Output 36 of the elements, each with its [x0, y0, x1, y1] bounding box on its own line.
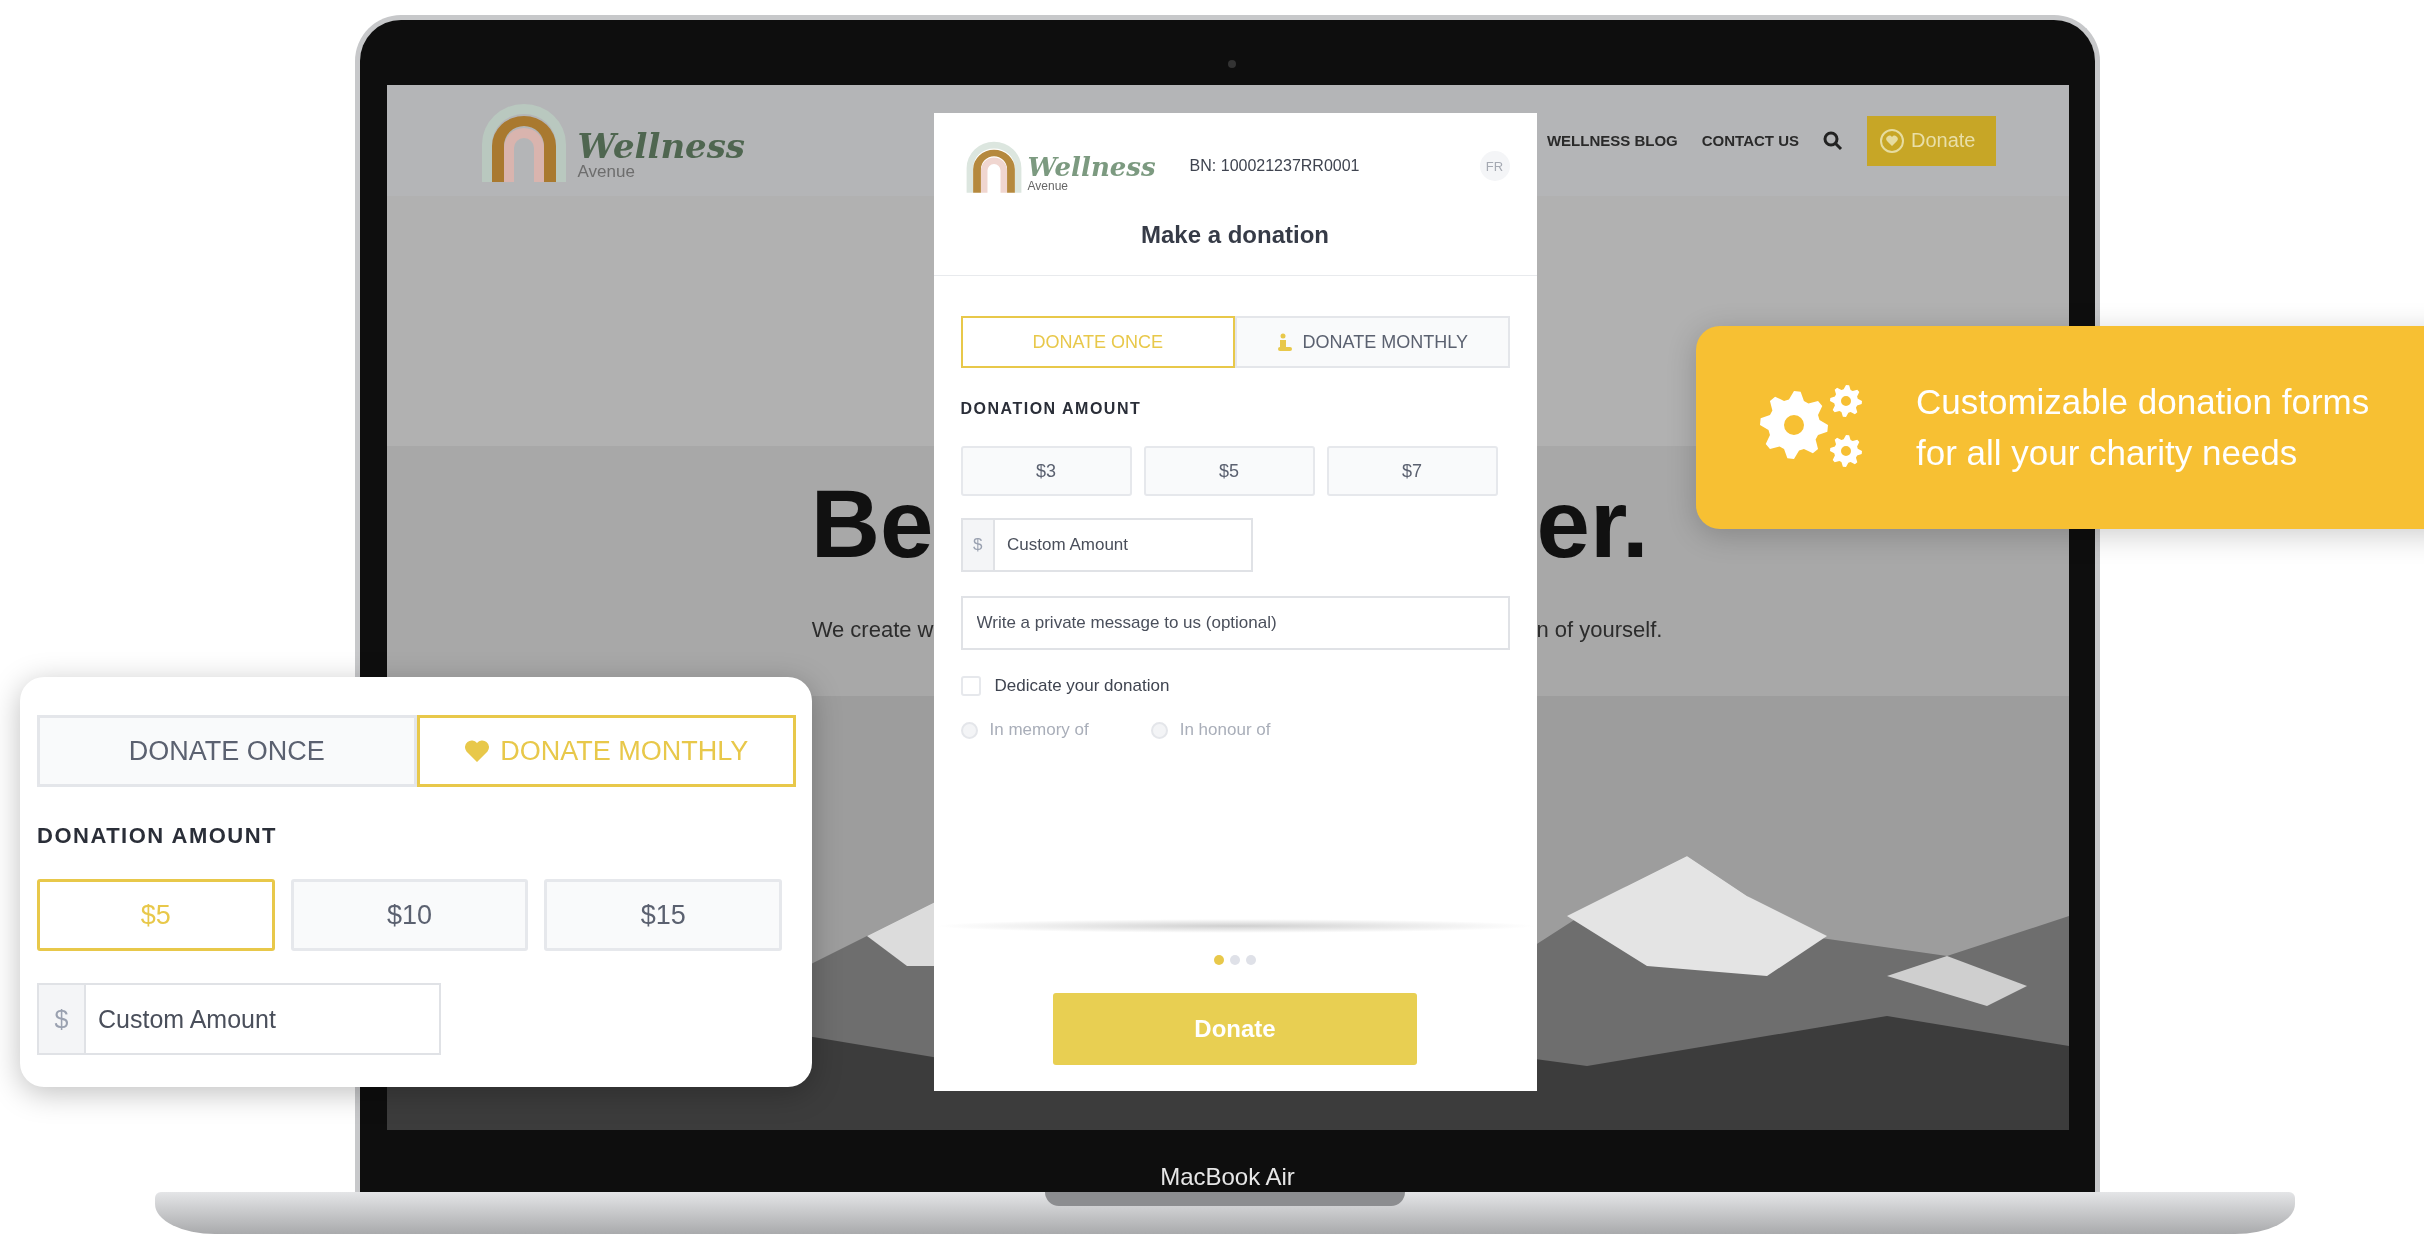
- laptop-model-label: MacBook Air: [1160, 1163, 1295, 1191]
- amount-input[interactable]: Custom Amount: [995, 520, 1251, 570]
- amount-option[interactable]: $15: [544, 879, 782, 951]
- currency-prefix: $: [39, 985, 86, 1053]
- frequency-tab[interactable]: DONATE ONCE: [37, 715, 417, 787]
- camera-dot: [1227, 60, 1236, 68]
- amount-input[interactable]: Custom Amount: [86, 985, 439, 1053]
- amount-option[interactable]: $10: [290, 879, 529, 951]
- hero-title: Be: [810, 471, 934, 577]
- banner-text: Customizable donation forms for all your charity needs: [1916, 380, 2371, 474]
- hero-text: n of yourself.: [1536, 616, 1663, 643]
- checkbox-label: Dedicate your donation: [994, 676, 1170, 696]
- business-number: BN: 100021237RR0001: [1189, 157, 1361, 175]
- amount-option[interactable]: $5: [1143, 446, 1315, 496]
- amount-option[interactable]: $7: [1326, 446, 1498, 496]
- heart-icon: [464, 739, 491, 763]
- radio-label: In memory of: [989, 720, 1089, 740]
- modal-title: Make a donation: [933, 193, 1537, 276]
- checkbox[interactable]: [960, 676, 981, 696]
- hero-title: er.: [1536, 471, 1649, 577]
- nav-link[interactable]: WELLNESS BLOG: [1546, 132, 1678, 149]
- logo-name: Wellness: [1027, 153, 1156, 180]
- logo-tagline: Avenue: [577, 162, 636, 182]
- radio-label: In honour of: [1179, 720, 1271, 740]
- hero-text: We create w: [811, 616, 934, 643]
- search-icon[interactable]: [1823, 130, 1843, 151]
- frequency-tab[interactable]: DONATE MONTHLY: [1235, 316, 1510, 368]
- message-field[interactable]: Write a private message to us (optional): [960, 596, 1510, 650]
- logo-name: Wellness: [577, 128, 745, 163]
- logo-tagline: Avenue: [1027, 179, 1069, 193]
- person-icon: [1276, 333, 1293, 351]
- section-label: DONATION AMOUNT: [37, 823, 279, 849]
- amount-option[interactable]: $3: [960, 446, 1132, 496]
- nav-link[interactable]: CONTACT US: [1701, 132, 1799, 149]
- currency-prefix: $: [962, 520, 996, 570]
- section-label: DONATION AMOUNT: [960, 400, 1143, 418]
